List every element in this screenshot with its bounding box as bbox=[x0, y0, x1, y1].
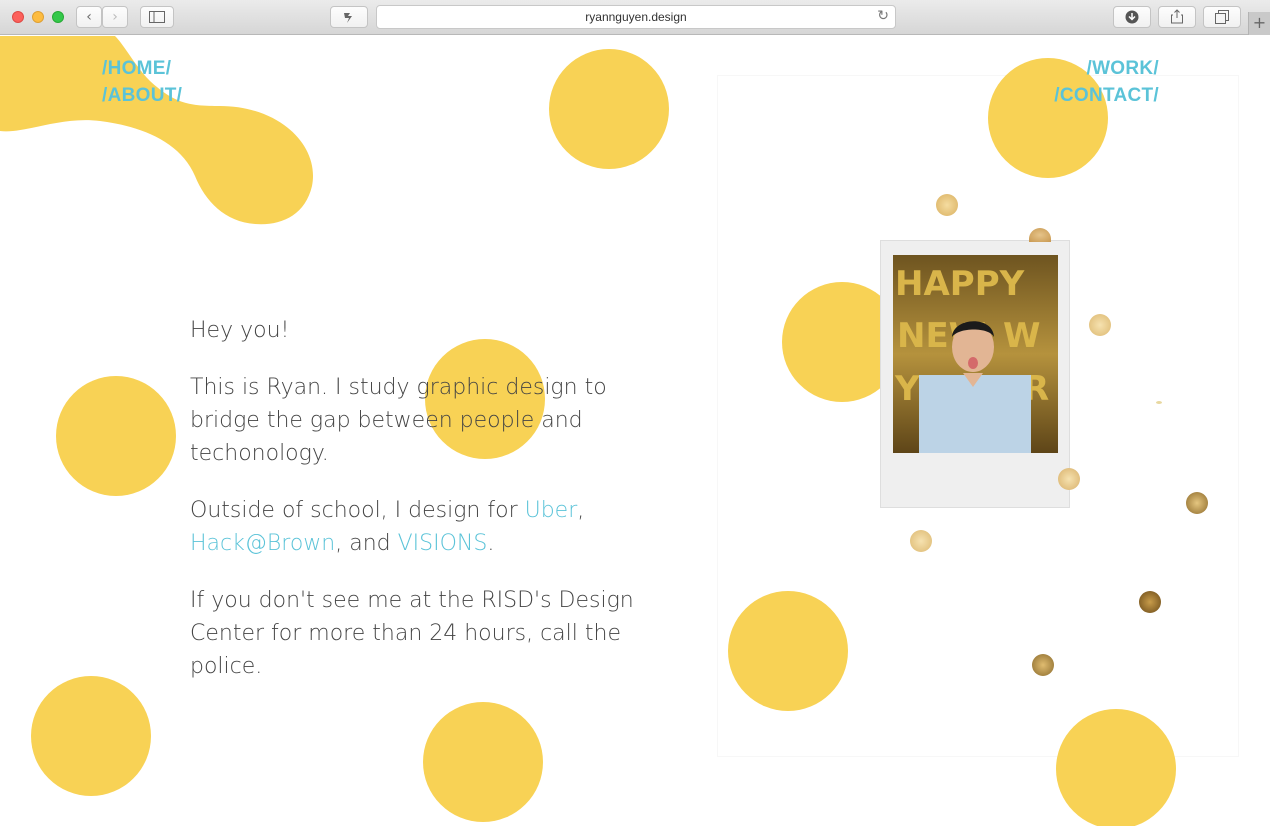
extension-button[interactable] bbox=[330, 6, 368, 28]
confetti-dot bbox=[1186, 492, 1208, 514]
browser-toolbar: ‹ › ryannguyen.design ↻ + bbox=[0, 0, 1270, 35]
confetti-dot bbox=[1089, 314, 1111, 336]
intro-paragraph-3: If you don't see me at the RISD's Design… bbox=[190, 588, 634, 679]
uber-link[interactable]: Uber bbox=[525, 498, 578, 523]
yellow-dot bbox=[728, 591, 848, 711]
yellow-dot bbox=[423, 702, 543, 822]
p2-end: . bbox=[487, 531, 495, 556]
polaroid-photo-frame: HAPPY NEW W Y R bbox=[880, 240, 1070, 508]
confetti-dot bbox=[910, 530, 932, 552]
p2-text: Outside of school, I design for bbox=[190, 498, 525, 523]
minimize-window-button[interactable] bbox=[32, 11, 44, 23]
photo-illustration: HAPPY NEW W Y R bbox=[893, 255, 1058, 453]
hack-at-brown-link[interactable]: Hack@Brown bbox=[190, 531, 335, 556]
address-text: ryannguyen.design bbox=[585, 10, 687, 24]
share-icon bbox=[1171, 9, 1183, 24]
sidebar-icon bbox=[149, 11, 165, 23]
p2-sep2: , and bbox=[335, 531, 398, 556]
forward-button[interactable]: › bbox=[102, 6, 128, 28]
yellow-dot bbox=[56, 376, 176, 496]
nav-work-link[interactable]: /WORK/ bbox=[1086, 58, 1159, 80]
forward-icon: › bbox=[112, 9, 118, 25]
confetti-dot bbox=[936, 194, 958, 216]
tabs-icon bbox=[1215, 10, 1229, 24]
webpage: HAPPY NEW W Y R /HOME/ /ABOUT/ /WORK/ /C… bbox=[0, 36, 1270, 826]
sidebar-button[interactable] bbox=[140, 6, 174, 28]
svg-text:HAPPY: HAPPY bbox=[895, 264, 1025, 304]
reload-icon[interactable]: ↻ bbox=[877, 8, 889, 24]
new-tab-button[interactable]: + bbox=[1248, 12, 1270, 35]
confetti-dot bbox=[1139, 591, 1161, 613]
greeting: Hey you! bbox=[190, 318, 290, 343]
back-button[interactable]: ‹ bbox=[76, 6, 102, 28]
yellow-dot bbox=[31, 676, 151, 796]
yellow-dot bbox=[549, 49, 669, 169]
download-icon bbox=[1125, 10, 1139, 24]
svg-text:Y: Y bbox=[894, 369, 920, 409]
extension-icon bbox=[344, 13, 352, 23]
yellow-dot bbox=[1056, 709, 1176, 826]
nav-about-link[interactable]: /ABOUT/ bbox=[102, 85, 182, 107]
tabs-overview-button[interactable] bbox=[1203, 6, 1241, 28]
visions-link[interactable]: VISIONS bbox=[398, 531, 488, 556]
address-bar[interactable]: ryannguyen.design ↻ bbox=[376, 5, 896, 29]
back-icon: ‹ bbox=[86, 9, 92, 25]
intro-text: Hey you! This is Ryan. I study graphic d… bbox=[190, 314, 650, 707]
intro-paragraph-1: This is Ryan. I study graphic design to … bbox=[190, 375, 607, 466]
nav-home-link[interactable]: /HOME/ bbox=[102, 58, 171, 80]
intro-paragraph-2: Outside of school, I design for Uber, Ha… bbox=[190, 494, 650, 560]
svg-text:W: W bbox=[1003, 316, 1041, 356]
maximize-window-button[interactable] bbox=[52, 11, 64, 23]
confetti-dot bbox=[1058, 468, 1080, 490]
profile-photo: HAPPY NEW W Y R bbox=[893, 255, 1058, 453]
nav-contact-link[interactable]: /CONTACT/ bbox=[1054, 85, 1159, 107]
downloads-button[interactable] bbox=[1113, 6, 1151, 28]
close-window-button[interactable] bbox=[12, 11, 24, 23]
confetti-dot bbox=[1032, 654, 1054, 676]
p2-sep1: , bbox=[577, 498, 585, 523]
share-button[interactable] bbox=[1158, 6, 1196, 28]
new-tab-icon: + bbox=[1252, 13, 1267, 32]
confetti-dot bbox=[1156, 401, 1162, 404]
